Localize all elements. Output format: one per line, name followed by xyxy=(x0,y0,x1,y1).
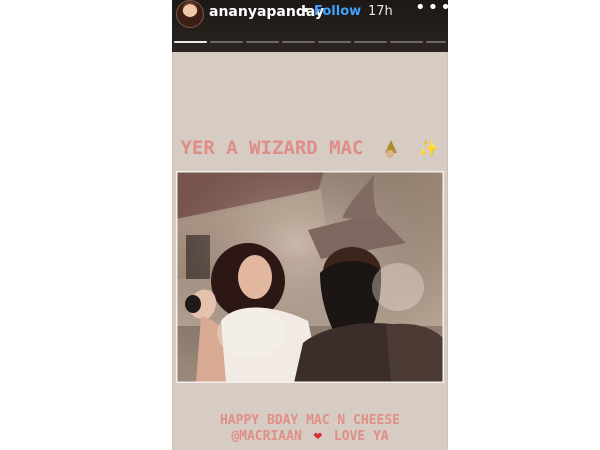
sparkles-icon: ✨ xyxy=(418,138,440,159)
story-progress xyxy=(174,41,446,44)
progress-segment xyxy=(426,41,446,43)
story-header: ananyapanday • Follow 17h ••• xyxy=(172,0,448,52)
progress-segment xyxy=(390,41,423,43)
birthday-caption: HAPPY BDAY MAC N CHEESE xyxy=(219,413,400,428)
story-edge-left xyxy=(172,52,173,450)
post-time: 17h xyxy=(368,4,393,19)
profile-avatar[interactable] xyxy=(176,0,204,28)
light-flare xyxy=(372,263,424,311)
story-photo xyxy=(176,171,444,383)
photo-highlight xyxy=(217,308,285,358)
follow-button[interactable]: Follow xyxy=(314,4,361,19)
header-separator: • xyxy=(302,3,311,19)
mention-link[interactable]: @MACRIAAN xyxy=(231,429,301,444)
mention-caption: @MACRIAAN ❤ LOVE YA xyxy=(172,428,448,444)
story-edge-right xyxy=(447,52,448,450)
progress-segment xyxy=(210,41,243,43)
wizard-face xyxy=(385,149,394,158)
progress-segment xyxy=(318,41,351,43)
man-shoulder xyxy=(386,323,444,383)
love-text: LOVE YA xyxy=(333,429,389,444)
avatar-hair xyxy=(177,1,203,27)
story-title-text: YER A WIZARD MAC xyxy=(180,137,364,159)
page: ananyapanday • Follow 17h ••• YER A WIZA… xyxy=(0,0,600,450)
camera-lens xyxy=(185,295,201,313)
heart-icon: ❤ xyxy=(313,428,323,444)
instagram-story: ananyapanday • Follow 17h ••• YER A WIZA… xyxy=(172,0,448,450)
woman-face xyxy=(238,255,272,299)
progress-segment xyxy=(174,41,207,43)
story-photo-frame xyxy=(176,171,444,383)
wizard-icon xyxy=(381,139,399,158)
progress-segment xyxy=(246,41,279,43)
progress-segment xyxy=(354,41,387,43)
more-dots-icon[interactable]: ••• xyxy=(415,0,448,17)
progress-segment xyxy=(282,41,315,43)
story-title: YER A WIZARD MAC ✨ xyxy=(172,137,448,159)
